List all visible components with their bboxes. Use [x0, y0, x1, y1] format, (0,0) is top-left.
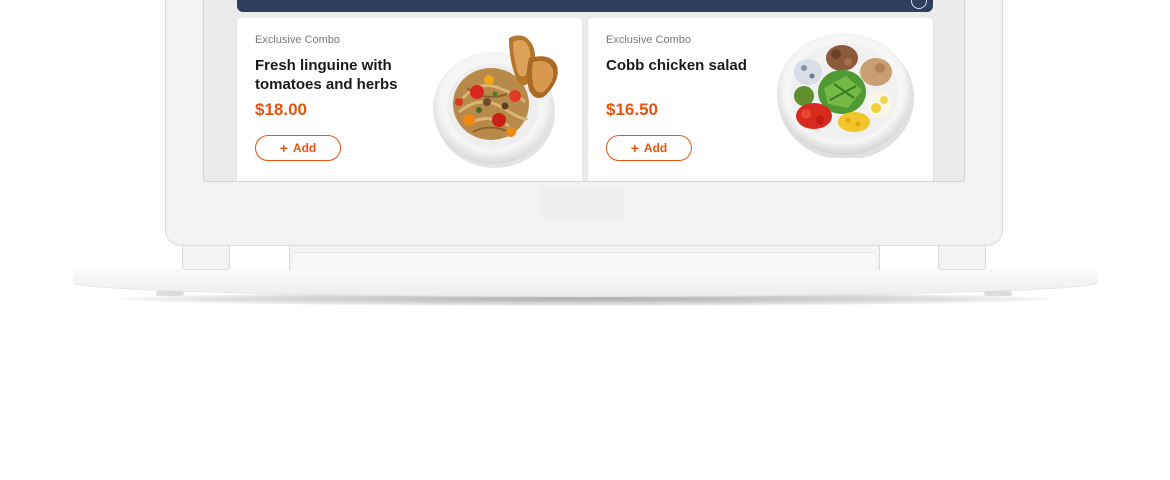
- product-tag: Exclusive Combo: [255, 34, 340, 46]
- header-bar: [237, 0, 933, 12]
- product-title: Cobb chicken salad: [606, 57, 747, 74]
- laptop-foot-left: [156, 291, 184, 296]
- add-button[interactable]: + Add: [606, 135, 692, 161]
- plus-icon: +: [279, 140, 288, 156]
- cobb-chicken-salad-dish: [777, 33, 914, 158]
- product-card-cobb-salad[interactable]: Exclusive Combo Cobb chicken salad $16.5…: [588, 18, 933, 181]
- laptop-mockup: Exclusive Combo Fresh linguine with toma…: [0, 0, 1170, 480]
- linguine-pasta-dish: [433, 35, 558, 168]
- plus-icon: +: [630, 140, 639, 156]
- product-price: $16.50: [606, 100, 658, 119]
- laptop-webcam-area: [541, 186, 623, 218]
- product-title: Fresh linguine with tomatoes and herbs: [255, 57, 398, 93]
- laptop-hinge-center: [289, 243, 880, 271]
- product-price: $18.00: [255, 100, 307, 119]
- laptop-screen: Exclusive Combo Fresh linguine with toma…: [203, 0, 965, 182]
- laptop-base: [73, 268, 1098, 296]
- laptop-hinge-left: [182, 246, 230, 270]
- add-button[interactable]: + Add: [255, 135, 341, 161]
- add-button-label: Add: [292, 141, 317, 155]
- laptop-hinge-right: [938, 246, 986, 270]
- add-button-label: Add: [643, 141, 668, 155]
- product-card-linguine[interactable]: Exclusive Combo Fresh linguine with toma…: [237, 18, 582, 181]
- product-tag: Exclusive Combo: [606, 34, 691, 46]
- laptop-foot-right: [984, 291, 1012, 296]
- circle-icon[interactable]: [911, 0, 927, 9]
